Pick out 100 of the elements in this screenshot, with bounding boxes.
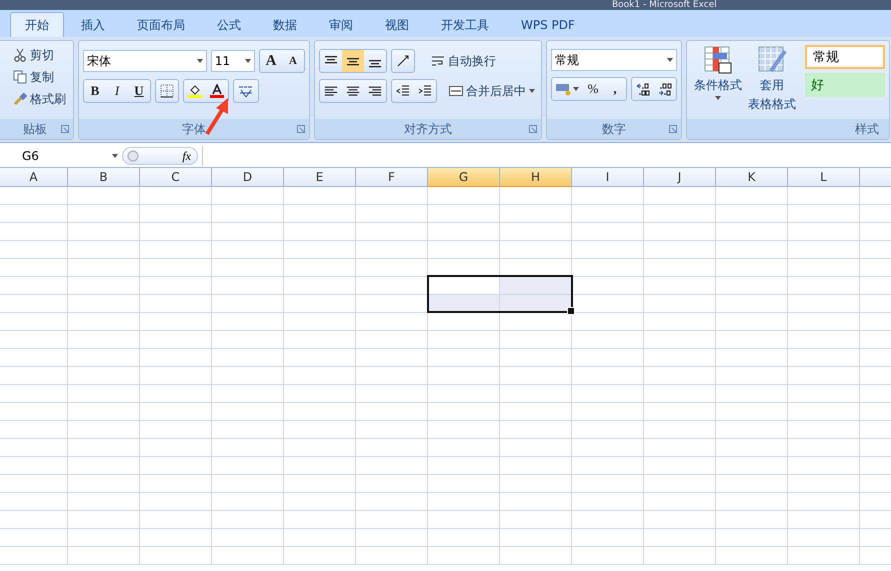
table-cell[interactable] [572,259,644,277]
table-cell[interactable] [428,223,500,241]
table-cell[interactable] [68,331,140,349]
table-cell[interactable] [500,529,572,547]
table-cell[interactable] [788,187,860,205]
table-cell[interactable] [68,205,140,223]
table-cell[interactable] [716,367,788,385]
table-cell[interactable] [0,295,68,313]
table-cell[interactable] [572,475,644,493]
table-cell[interactable] [356,493,428,511]
table-cell[interactable] [212,421,284,439]
table-cell[interactable] [284,187,356,205]
column-header[interactable]: F [356,168,428,187]
table-cell[interactable] [212,349,284,367]
table-cell[interactable] [788,223,860,241]
table-cell[interactable] [644,349,716,367]
table-cell[interactable] [0,241,68,259]
table-cell[interactable] [68,475,140,493]
table-cell[interactable] [572,421,644,439]
table-cell[interactable] [788,529,860,547]
table-cell[interactable] [284,475,356,493]
table-cell[interactable] [356,385,428,403]
table-cell[interactable] [500,223,572,241]
table-cell[interactable] [356,259,428,277]
table-cell[interactable] [716,385,788,403]
table-cell[interactable] [644,421,716,439]
table-cell[interactable] [0,547,68,565]
table-cell[interactable] [572,241,644,259]
table-cell[interactable] [212,277,284,295]
column-header[interactable]: C [140,168,212,187]
table-cell[interactable] [68,421,140,439]
table-cell[interactable] [212,331,284,349]
table-cell[interactable] [68,511,140,529]
table-cell[interactable] [716,313,788,331]
table-cell[interactable] [644,385,716,403]
italic-button[interactable]: I [106,80,128,102]
table-cell[interactable] [572,367,644,385]
table-cell[interactable] [428,331,500,349]
table-cell[interactable] [284,241,356,259]
table-cell[interactable] [356,313,428,331]
table-cell[interactable] [68,547,140,565]
table-cell[interactable] [716,295,788,313]
table-cell[interactable] [500,331,572,349]
table-cell[interactable] [212,187,284,205]
table-cell[interactable] [572,277,644,295]
table-cell[interactable] [428,277,500,295]
dialog-launcher-icon[interactable] [61,125,69,133]
table-cell[interactable] [140,187,212,205]
table-cell[interactable] [68,187,140,205]
table-cell[interactable] [716,511,788,529]
table-cell[interactable] [0,439,68,457]
table-cell[interactable] [212,475,284,493]
table-cell[interactable] [0,331,68,349]
table-cell[interactable] [68,529,140,547]
table-cell[interactable] [212,367,284,385]
table-cell[interactable] [572,511,644,529]
column-header[interactable]: L [788,168,860,187]
table-cell[interactable] [788,367,860,385]
table-cell[interactable] [788,331,860,349]
table-cell[interactable] [212,457,284,475]
table-cell[interactable] [140,277,212,295]
table-cell[interactable] [212,313,284,331]
table-cell[interactable] [140,457,212,475]
table-cell[interactable] [644,493,716,511]
table-cell[interactable] [356,547,428,565]
table-cell[interactable] [284,385,356,403]
merge-center-button[interactable]: 合并后居中 [441,81,535,101]
table-cell[interactable] [0,223,68,241]
table-cell[interactable] [500,439,572,457]
table-cell[interactable] [140,547,212,565]
cell-style-item[interactable]: 好 [805,73,885,97]
table-cell[interactable] [212,529,284,547]
font-size-dropdown[interactable]: 11 [210,50,255,72]
bold-button[interactable]: B [84,80,106,102]
table-cell[interactable] [428,187,500,205]
column-header[interactable]: B [68,168,140,187]
column-header[interactable]: J [644,168,716,187]
shrink-font-button[interactable]: A [282,50,304,72]
table-cell[interactable] [572,205,644,223]
cut-button[interactable]: 剪切 [13,45,69,65]
table-cell[interactable] [284,295,356,313]
table-cell[interactable] [788,403,860,421]
table-cell[interactable] [788,511,860,529]
table-cell[interactable] [68,385,140,403]
table-cell[interactable] [140,331,212,349]
table-cell[interactable] [716,241,788,259]
dialog-launcher-icon[interactable] [529,125,537,133]
table-cell[interactable] [500,457,572,475]
table-cell[interactable] [716,547,788,565]
table-cell[interactable] [0,313,68,331]
table-cell[interactable] [644,223,716,241]
table-cell[interactable] [68,457,140,475]
table-cell[interactable] [0,349,68,367]
table-cell[interactable] [0,259,68,277]
table-cell[interactable] [428,493,500,511]
table-cell[interactable] [212,403,284,421]
table-cell[interactable] [716,421,788,439]
table-cell[interactable] [788,475,860,493]
table-cell[interactable] [284,205,356,223]
table-cell[interactable] [500,511,572,529]
